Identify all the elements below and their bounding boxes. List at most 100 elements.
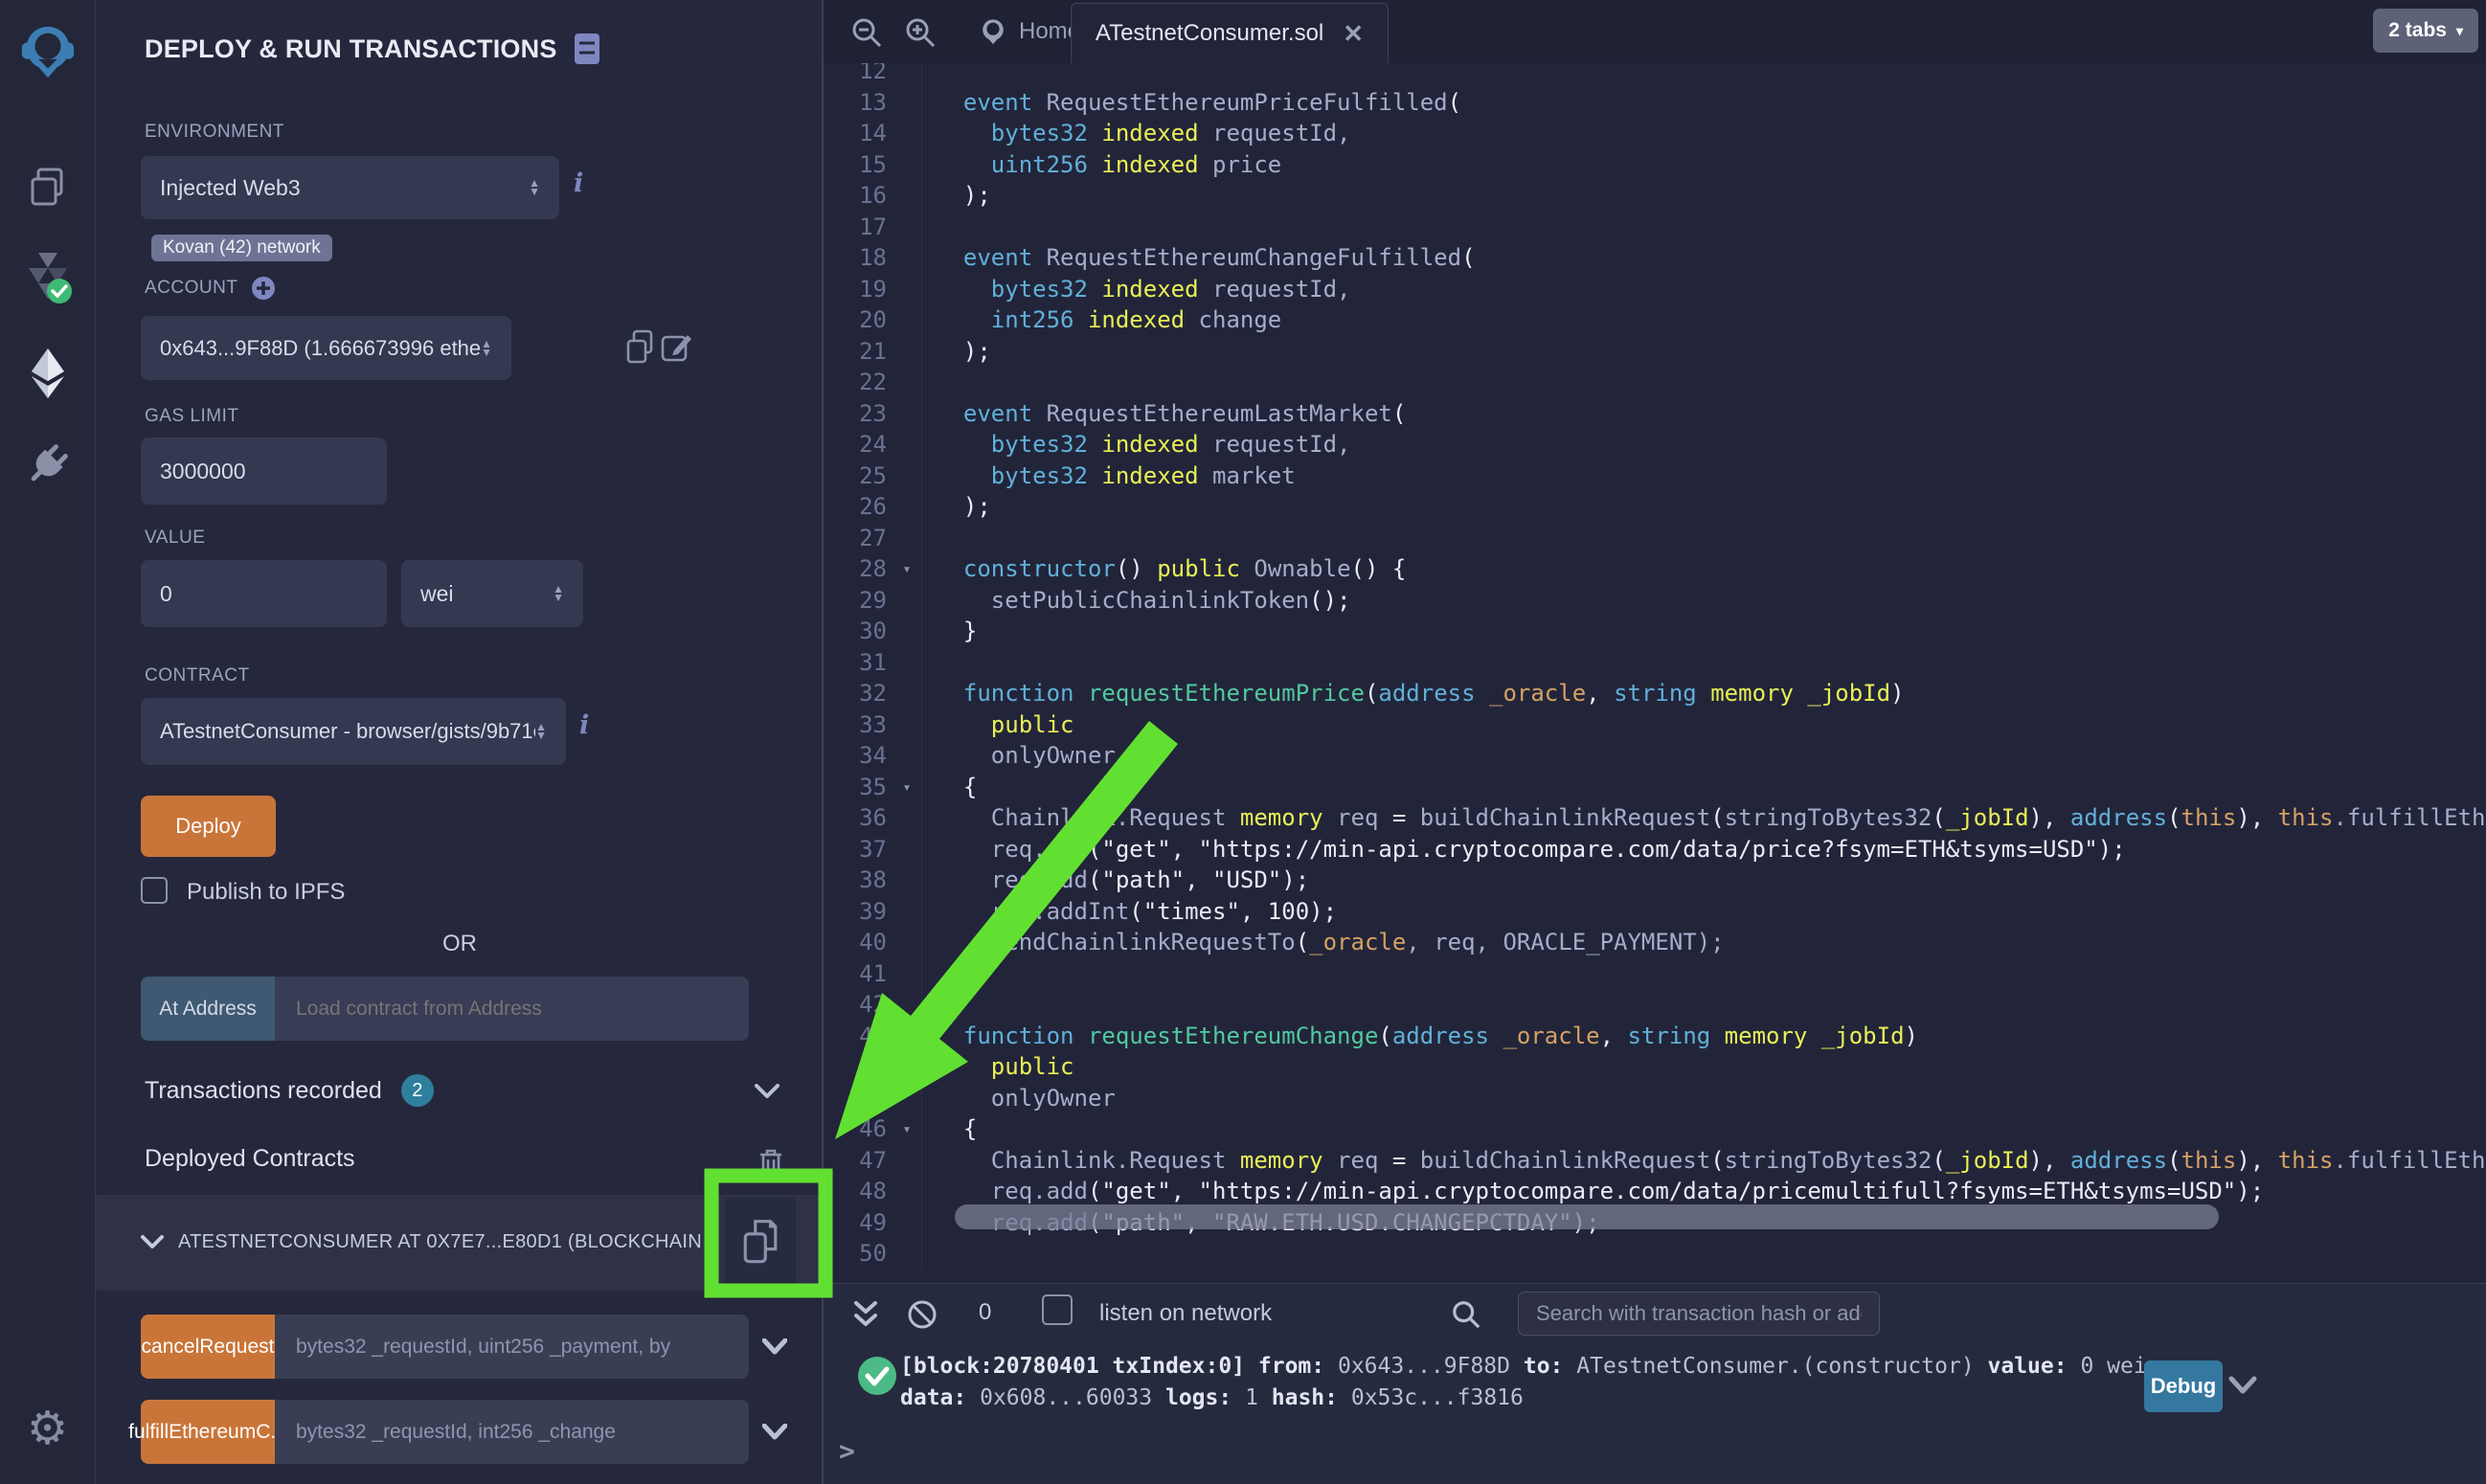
code-line[interactable]: 40 sendChainlinkRequestTo(_oracle, req, … <box>824 927 2486 958</box>
transactions-chevron-icon[interactable] <box>755 1084 780 1099</box>
account-select[interactable]: 0x643...9F88D (1.666673996 ether) ▲▼ <box>141 316 511 380</box>
file-explorer-icon[interactable] <box>0 158 95 215</box>
function-call-button[interactable]: cancelRequest <box>141 1315 275 1379</box>
code-line[interactable]: 19 bytes32 indexed requestId, <box>824 274 2486 305</box>
function-params-input[interactable]: bytes32 _requestId, int256 _change <box>275 1400 749 1464</box>
line-number: 27 <box>824 523 893 554</box>
code-line[interactable]: 23 event RequestEthereumLastMarket( <box>824 398 2486 430</box>
fold-gutter <box>893 304 921 336</box>
at-address-button[interactable]: At Address <box>141 977 275 1041</box>
code-line[interactable]: 41 } <box>824 958 2486 990</box>
code-text: Chainlink.Request memory req = buildChai… <box>921 1145 2486 1177</box>
code-line[interactable]: 27 <box>824 523 2486 554</box>
plugin-manager-icon[interactable] <box>0 436 95 493</box>
fold-gutter <box>893 118 921 149</box>
terminal-search-input[interactable] <box>1518 1292 1880 1336</box>
copy-account-icon[interactable] <box>624 329 655 366</box>
code-editor[interactable]: 1213 event RequestEthereumPriceFulfilled… <box>824 63 2486 1284</box>
code-line[interactable]: 17 <box>824 212 2486 243</box>
clear-instances-trash-icon[interactable] <box>757 1147 785 1180</box>
code-text: public <box>921 709 1074 741</box>
function-call-button[interactable]: fulfillEthereumC... <box>141 1400 275 1464</box>
docs-book-icon[interactable] <box>573 32 601 66</box>
code-line[interactable]: 39 req.addInt("times", 100); <box>824 896 2486 928</box>
solidity-compiler-icon[interactable] <box>0 247 95 308</box>
function-params-input[interactable]: bytes32 _requestId, uint256 _payment, by <box>275 1315 749 1379</box>
code-text <box>921 647 936 679</box>
settings-gear-icon[interactable]: ⚙ <box>0 1400 95 1457</box>
transaction-log[interactable]: [block:20780401 txIndex:0] from: 0x643..… <box>900 1351 2147 1414</box>
contract-select[interactable]: ATestnetConsumer - browser/gists/9b71e07… <box>141 698 566 765</box>
code-line[interactable]: 43 function requestEthereumChange(addres… <box>824 1021 2486 1052</box>
clear-console-icon[interactable] <box>906 1298 938 1331</box>
environment-info-icon[interactable]: i <box>574 169 583 198</box>
code-line[interactable]: 24 bytes32 indexed requestId, <box>824 429 2486 461</box>
at-address-input[interactable] <box>275 977 749 1041</box>
code-line[interactable]: 36 Chainlink.Request memory req = buildC… <box>824 802 2486 834</box>
expand-terminal-icon[interactable] <box>852 1299 879 1330</box>
code-line[interactable]: 35▾ { <box>824 772 2486 803</box>
zoom-in-icon[interactable] <box>904 16 937 49</box>
contract-info-icon[interactable]: i <box>579 710 589 740</box>
code-line[interactable]: 25 bytes32 indexed market <box>824 461 2486 492</box>
code-line[interactable]: 30 } <box>824 616 2486 647</box>
code-line[interactable]: 31 <box>824 647 2486 679</box>
deploy-and-run-icon[interactable] <box>0 345 95 402</box>
code-line[interactable]: 16 ); <box>824 180 2486 212</box>
code-line[interactable]: 42 <box>824 989 2486 1021</box>
value-unit-select[interactable]: wei ▲▼ <box>401 560 583 627</box>
function-expand-chevron-icon[interactable] <box>762 1315 787 1379</box>
code-line[interactable]: 12 <box>824 63 2486 87</box>
code-text: bytes32 indexed requestId, <box>921 429 1351 461</box>
fold-marker-icon[interactable]: ▾ <box>893 772 921 803</box>
sign-message-icon[interactable] <box>661 331 693 364</box>
add-account-icon[interactable] <box>251 276 276 301</box>
code-line[interactable]: 37 req.add("get", "https://min-api.crypt… <box>824 834 2486 866</box>
code-text: ); <box>921 491 991 523</box>
deployed-instance-row[interactable]: ATESTNETCONSUMER AT 0X7E7...E80D1 (BLOCK… <box>96 1195 822 1291</box>
code-line[interactable]: 28▾ constructor() public Ownable() { <box>824 553 2486 585</box>
code-line[interactable]: 15 uint256 indexed price <box>824 149 2486 181</box>
code-line[interactable]: 21 ); <box>824 336 2486 368</box>
code-line[interactable]: 32 function requestEthereumPrice(address… <box>824 678 2486 709</box>
copy-address-button[interactable] <box>725 1198 796 1287</box>
fold-marker-icon[interactable]: ▾ <box>893 1113 921 1145</box>
code-line[interactable]: 29 setPublicChainlinkToken(); <box>824 585 2486 617</box>
log-expand-chevron-icon[interactable] <box>2228 1376 2257 1395</box>
instance-chevron-icon[interactable] <box>141 1235 164 1249</box>
code-line[interactable]: 14 bytes32 indexed requestId, <box>824 118 2486 149</box>
fold-marker-icon[interactable]: ▾ <box>893 553 921 585</box>
zoom-out-icon[interactable] <box>850 16 883 49</box>
code-line[interactable]: 34 onlyOwner <box>824 740 2486 772</box>
code-line[interactable]: 38 req.add("path", "USD"); <box>824 865 2486 896</box>
fold-gutter <box>893 865 921 896</box>
terminal-prompt[interactable]: > <box>839 1435 855 1467</box>
code-line[interactable]: 26 ); <box>824 491 2486 523</box>
transactions-count-badge: 2 <box>401 1074 434 1107</box>
listen-network-checkbox[interactable] <box>1042 1294 1073 1325</box>
code-line[interactable]: 44 public <box>824 1051 2486 1083</box>
close-tab-icon[interactable]: ✕ <box>1343 19 1364 49</box>
gas-limit-input[interactable]: 3000000 <box>141 438 387 505</box>
function-expand-chevron-icon[interactable] <box>762 1400 787 1464</box>
code-line[interactable]: 45 onlyOwner <box>824 1083 2486 1114</box>
publish-ipfs-checkbox[interactable] <box>141 877 168 904</box>
tab-active-file[interactable]: ATestnetConsumer.sol ✕ <box>1071 3 1389 63</box>
code-line[interactable]: 47 Chainlink.Request memory req = buildC… <box>824 1145 2486 1177</box>
debug-button[interactable]: Debug <box>2144 1360 2223 1412</box>
deploy-button[interactable]: Deploy <box>141 796 276 857</box>
code-line[interactable]: 13 event RequestEthereumPriceFulfilled( <box>824 87 2486 119</box>
code-text <box>921 523 936 554</box>
tabs-count-button[interactable]: 2 tabs ▾ <box>2373 9 2478 53</box>
environment-select[interactable]: Injected Web3 ▲▼ <box>141 156 559 219</box>
horizontal-scrollbar[interactable] <box>955 1204 2219 1229</box>
value-input[interactable]: 0 <box>141 560 387 627</box>
code-line[interactable]: 33 public <box>824 709 2486 741</box>
code-line[interactable]: 48 req.add("get", "https://min-api.crypt… <box>824 1176 2486 1207</box>
code-line[interactable]: 46▾ { <box>824 1113 2486 1145</box>
code-line[interactable]: 20 int256 indexed change <box>824 304 2486 336</box>
code-line[interactable]: 50 <box>824 1238 2486 1270</box>
code-line[interactable]: 22 <box>824 367 2486 398</box>
code-line[interactable]: 18 event RequestEthereumChangeFulfilled( <box>824 242 2486 274</box>
fold-gutter <box>893 242 921 274</box>
